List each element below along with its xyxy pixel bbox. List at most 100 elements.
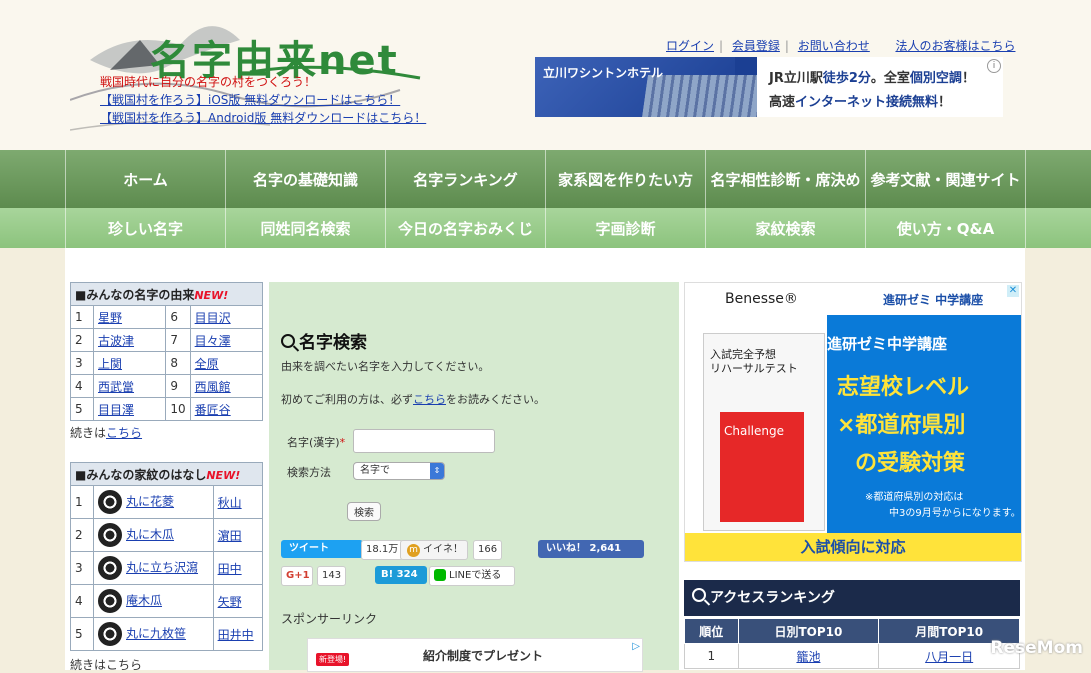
surname-link[interactable]: 濵田 [218,529,242,543]
search-title: 名字検索 [281,328,367,353]
surname-link[interactable]: 秋山 [218,496,242,510]
kamon-icon [98,523,122,547]
login-link[interactable]: ログイン [666,39,714,53]
origin-link[interactable]: 目目澤 [98,403,134,417]
kamon-link[interactable]: 丸に木瓜 [126,528,174,542]
close-icon[interactable]: ✕ [1007,285,1019,297]
line-icon [434,569,446,581]
nav-family-tree[interactable]: 家系図を作りたい方 [545,150,705,208]
daily-header: 日別TOP10 [737,618,880,644]
origin-link[interactable]: 全原 [195,357,219,371]
adchoices-icon[interactable]: ▷ [632,641,640,652]
kamon-link[interactable]: 庵木瓜 [126,594,162,608]
nav-omikuji[interactable]: 今日の名字おみくじ [385,208,545,248]
kamon-link[interactable]: 丸に花菱 [126,495,174,509]
ranking-link[interactable]: 八月一日 [925,650,973,664]
sponsor-ad[interactable]: 新登場! 紹介制度でプレゼント ▷ [307,638,643,672]
table-row: 1 丸に花菱 秋山 [70,485,264,519]
surname-link[interactable]: 矢野 [218,595,242,609]
promo-text: 戦国時代に自分の名字の村をつくろう！ [100,75,317,89]
nav-help[interactable]: 使い方・Q&A [865,208,1026,248]
shinken-title: 進研ゼミ 中学講座 [883,293,984,307]
main-content: ■みんなの名字の由来NEW! 1 星野 6 目目沢 2 古波津 7 目々澤 3 上関 8 全原 4… [65,248,1025,673]
nav-compatibility[interactable]: 名字相性診断・席決め [705,150,865,208]
benesse-ad[interactable]: Benesse® 進研ゼミ 中学講座 入試完全予想 リハーサルテスト Chall… [684,282,1022,562]
promo-ios-link[interactable]: 【戦国村を作ろう】iOS版 無料ダウンロードはこちら！ [100,91,400,108]
table-row: 2 古波津 7 目々澤 [70,328,264,352]
origin-link[interactable]: 古波津 [98,334,134,348]
origin-link[interactable]: 西武當 [98,380,134,394]
table-row: 3 丸に立ち沢瀉 田中 [70,551,264,585]
nav-same-name[interactable]: 同姓同名検索 [225,208,385,248]
ranking-table: 順位 日別TOP10 月間TOP10 1 籠池 八月一日 [684,618,1020,669]
ad-info-icon[interactable]: i [987,59,1001,73]
origin-link[interactable]: 西風館 [195,380,231,394]
promo-android-link[interactable]: 【戦国村を作ろう】Android版 無料ダウンロードはこちら！ [100,109,426,126]
iine-count: 166 [473,540,503,560]
nav-home[interactable]: ホーム [65,150,225,208]
nav-references[interactable]: 参考文献・関連サイト [865,150,1026,208]
search-icon [281,334,295,348]
hatena-button[interactable]: B! 324 [375,566,427,584]
origin-link[interactable]: 目々澤 [195,334,231,348]
nav-rare-names[interactable]: 珍しい名字 [65,208,225,248]
hotel-banner-ad[interactable]: 立川ワシントンホテル JR立川駅徒歩2分。全室個別空調！ 高速インターネット接続… [535,57,1003,117]
building-image [642,75,768,117]
kamon-icon [98,589,122,613]
origins-table: ■みんなの名字の由来NEW! 1 星野 6 目目沢 2 古波津 7 目々澤 3 上関 8 全原 4… [70,282,264,421]
watermark-logo: ReseMom [990,638,1083,658]
table-row: 4 西武當 9 西風館 [70,374,264,398]
surname-link[interactable]: 田井中 [218,628,254,642]
gplus-count: 143 [317,566,347,586]
origin-link[interactable]: 上関 [98,357,122,371]
gplus-button[interactable]: G+1 [281,566,313,586]
origin-link[interactable]: 星野 [98,311,122,325]
line-share-button[interactable]: LINEで送る [429,566,515,586]
origin-link[interactable]: 番匠谷 [195,403,231,417]
nav-ranking[interactable]: 名字ランキング [385,150,545,208]
surname-input[interactable] [353,429,495,453]
mixi-iine-button[interactable]: m イイネ！ [400,540,468,560]
origins-more-link[interactable]: こちら [106,426,142,440]
site-header: 名字由来net 戦国時代に自分の名字の村をつくろう！ 【戦国村を作ろう】iOS版… [0,0,1091,150]
table-row: 1 星野 6 目目沢 [70,305,264,329]
name-label: 名字(漢字)* [287,436,346,449]
nav-kamon[interactable]: 家紋検索 [705,208,865,248]
hotel-name: 立川ワシントンホテル [543,66,664,80]
origin-link[interactable]: 目目沢 [195,311,231,325]
kamon-link[interactable]: 丸に九枚笹 [126,627,186,641]
origins-title: ■みんなの名字の由来NEW! [70,282,263,306]
search-button[interactable]: 検索 [347,502,381,521]
corporate-link[interactable]: 法人のお客様はこちら [895,39,1015,53]
kamon-more[interactable]: 続きはこちら [70,656,142,673]
method-label: 検索方法 [287,466,331,479]
register-link[interactable]: 会員登録 [732,39,780,53]
nav-basics[interactable]: 名字の基礎知識 [225,150,385,208]
search-note: 初めてご利用の方は、必ずこちらをお読みください。 [281,393,545,406]
sub-nav: 珍しい名字 同姓同名検索 今日の名字おみくじ 字画診断 家紋検索 使い方・Q&A [0,208,1091,248]
kamon-title: ■みんなの家紋のはなしNEW! [70,462,263,486]
ranking-link[interactable]: 籠池 [796,650,820,664]
search-icon [692,588,706,602]
first-time-link[interactable]: こちら [413,393,446,406]
top-links: ログイン | 会員登録 | お問い合わせ 法人のお客様はこちら [666,39,1016,53]
contact-link[interactable]: お問い合わせ [798,39,870,53]
surname-link[interactable]: 田中 [218,562,242,576]
kamon-icon [98,490,122,514]
ad-footer: 入試傾向に対応 [685,533,1021,561]
tweet-count: 18.1万 [361,540,404,560]
banner-copy: JR立川駅徒歩2分。全室個別空調！ 高速インターネット接続無料！ [757,57,1003,117]
kamon-table: ■みんなの家紋のはなしNEW! 1 丸に花菱 秋山 2 丸に木瓜 濵田 3 丸に立ち沢瀉田… [70,462,264,651]
search-panel: 名字検索 由来を調べたい名字を入力してください。 初めてご利用の方は、必ずこちら… [269,282,679,672]
new-badge: 新登場! [316,653,350,666]
search-description: 由来を調べたい名字を入力してください。 [281,360,490,373]
tweet-button[interactable]: ツイート [281,540,363,558]
sponsor-ad-text: 紹介制度でプレゼント [423,649,544,663]
kamon-link[interactable]: 丸に立ち沢瀉 [126,561,198,575]
facebook-like-button[interactable]: いいね！ 2,641 [538,540,644,558]
mixi-icon: m [407,544,420,557]
main-nav: ホーム 名字の基礎知識 名字ランキング 家系図を作りたい方 名字相性診断・席決め… [0,150,1091,208]
nav-stroke[interactable]: 字画診断 [545,208,705,248]
table-row: 3 上関 8 全原 [70,351,264,375]
search-method-select[interactable]: 名字で ⇕ [353,462,445,480]
